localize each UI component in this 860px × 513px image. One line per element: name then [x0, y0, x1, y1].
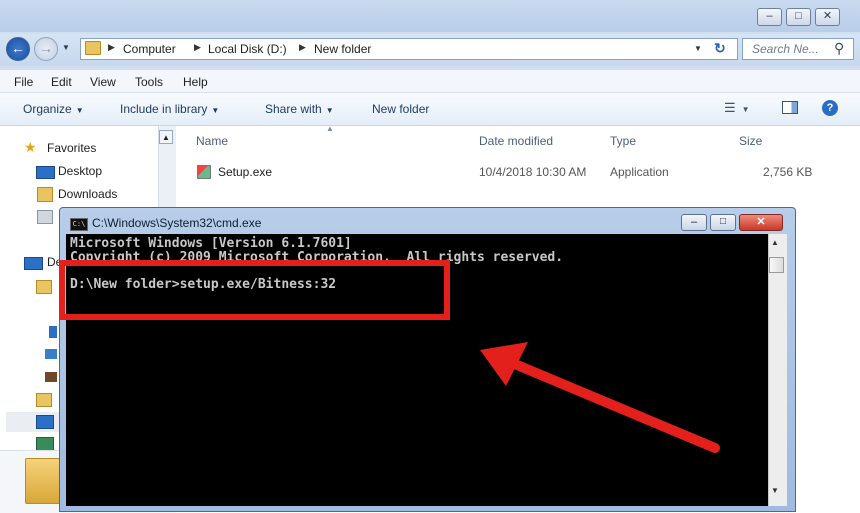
console-scrollbar[interactable] — [768, 234, 787, 506]
cmd-window-title: C:\Windows\System32\cmd.exe — [92, 216, 262, 230]
close-button[interactable]: ✕ — [815, 8, 840, 26]
caret-down-icon: ▼ — [211, 106, 220, 115]
chevron-right-icon: ▶ — [194, 42, 201, 52]
network-icon — [36, 437, 54, 451]
search-placeholder: Search Ne... — [752, 42, 819, 56]
desktop-icon — [36, 166, 55, 179]
music-icon — [49, 326, 57, 338]
recent-places-icon — [37, 210, 53, 224]
column-header-size[interactable]: Size — [739, 134, 762, 148]
preview-pane-icon[interactable] — [782, 101, 798, 114]
large-folder-icon — [25, 458, 61, 504]
minimize-button[interactable]: – — [757, 8, 782, 26]
menu-view[interactable]: View — [90, 75, 116, 89]
nav-favorites[interactable]: Favorites — [47, 141, 96, 155]
pictures-icon — [45, 349, 57, 359]
scroll-up-icon[interactable]: ▲ — [771, 238, 779, 247]
file-date-modified: 10/4/2018 10:30 AM — [479, 165, 587, 179]
file-type: Application — [610, 165, 669, 179]
include-in-library-label: Include in library — [120, 102, 208, 116]
organize-label: Organize — [23, 102, 72, 116]
downloads-icon — [37, 187, 53, 202]
breadcrumb-local-disk[interactable]: Local Disk (D:) — [208, 42, 287, 56]
scroll-down-icon[interactable]: ▼ — [771, 486, 779, 495]
folder-icon — [85, 41, 101, 55]
caret-down-icon: ▼ — [325, 106, 334, 115]
explorer-titlebar — [0, 0, 860, 32]
include-in-library-button[interactable]: Include in library ▼ — [120, 102, 219, 116]
forward-button[interactable]: → — [34, 37, 58, 61]
address-dropdown-icon[interactable]: ▼ — [694, 44, 702, 53]
menu-tools[interactable]: Tools — [135, 75, 163, 89]
cmd-close-button[interactable]: ✕ — [739, 214, 783, 231]
address-bar[interactable] — [80, 38, 738, 60]
homegroup-icon — [36, 393, 52, 407]
back-button[interactable]: ← — [6, 37, 30, 61]
menu-bar — [0, 70, 860, 93]
scroll-up-icon[interactable]: ▲ — [159, 130, 173, 144]
menu-edit[interactable]: Edit — [51, 75, 72, 89]
cmd-minimize-button[interactable]: – — [681, 214, 707, 231]
file-size: 2,756 KB — [763, 165, 813, 179]
help-icon[interactable]: ? — [822, 100, 838, 116]
videos-icon — [45, 372, 57, 382]
menu-file[interactable]: File — [14, 75, 33, 89]
nav-downloads[interactable]: Downloads — [58, 187, 117, 201]
chevron-right-icon: ▶ — [299, 42, 306, 52]
desktop-icon — [24, 257, 43, 270]
organize-button[interactable]: Organize ▼ — [23, 102, 84, 116]
libraries-icon — [36, 280, 52, 294]
search-icon[interactable]: ⚲ — [834, 40, 844, 57]
console-icon: C:\ — [70, 218, 88, 231]
sort-ascending-icon: ▲ — [326, 124, 334, 133]
chevron-right-icon: ▶ — [108, 42, 115, 52]
cmd-maximize-button[interactable]: □ — [710, 214, 736, 231]
computer-icon — [36, 415, 54, 429]
maximize-button[interactable]: □ — [786, 8, 811, 26]
scroll-thumb[interactable] — [769, 257, 784, 273]
nav-desktop[interactable]: Desktop — [58, 164, 102, 178]
column-header-name[interactable]: Name — [196, 134, 228, 148]
star-icon: ★ — [24, 139, 37, 155]
column-header-type[interactable]: Type — [610, 134, 636, 148]
menu-help[interactable]: Help — [183, 75, 208, 89]
column-header-date-modified[interactable]: Date modified — [479, 134, 553, 148]
recent-pages-icon[interactable]: ▼ — [62, 43, 70, 52]
breadcrumb-computer[interactable]: Computer — [123, 42, 176, 56]
view-options-icon[interactable]: ☰ ▼ — [724, 100, 750, 116]
breadcrumb-new-folder[interactable]: New folder — [314, 42, 371, 56]
annotation-arrow-icon — [480, 342, 720, 453]
highlight-box — [59, 260, 450, 320]
new-folder-button[interactable]: New folder — [372, 102, 429, 116]
share-with-label: Share with — [265, 102, 322, 116]
file-name[interactable]: Setup.exe — [218, 165, 272, 179]
share-with-button[interactable]: Share with ▼ — [265, 102, 334, 116]
installer-icon — [197, 165, 211, 179]
console-line-version: Microsoft Windows [Version 6.1.7601] — [70, 236, 352, 251]
refresh-icon[interactable]: ↻ — [714, 40, 726, 57]
caret-down-icon: ▼ — [75, 106, 84, 115]
